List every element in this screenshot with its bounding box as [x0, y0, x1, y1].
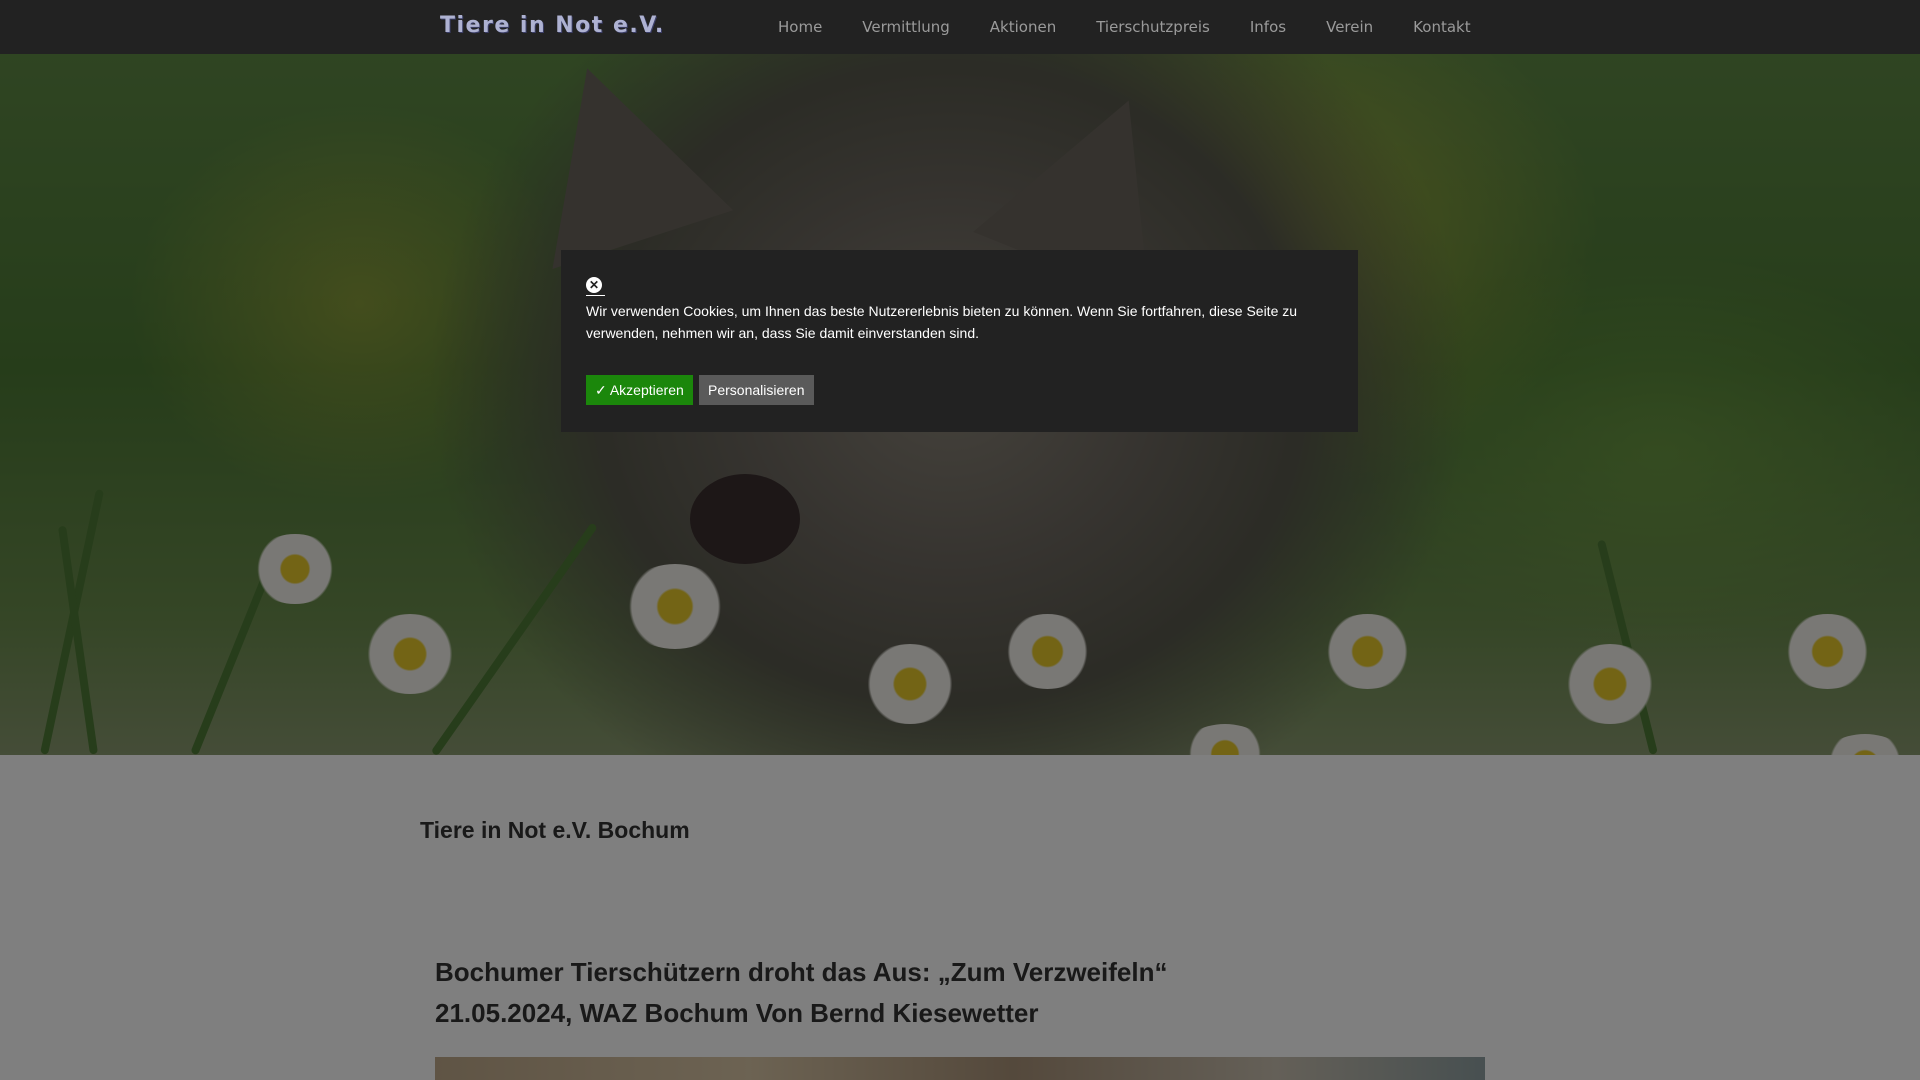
top-navigation-bar: Tiere in Not e.V. Home Vermittlung Aktio… [0, 0, 1920, 54]
personalize-cookies-button[interactable]: Personalisieren [699, 375, 814, 405]
close-circle-icon[interactable]: ✕ [586, 277, 602, 293]
nav-item-home[interactable]: Home [778, 18, 822, 36]
nav-item-verein[interactable]: Verein [1326, 18, 1373, 36]
site-logo[interactable]: Tiere in Not e.V. [440, 13, 665, 38]
accept-cookies-button[interactable]: ✓ Akzeptieren [586, 375, 693, 405]
cookie-message: Wir verwenden Cookies, um Ihnen das best… [586, 303, 1298, 341]
nav-item-aktionen[interactable]: Aktionen [990, 18, 1056, 36]
main-nav: Home Vermittlung Aktionen Tierschutzprei… [778, 0, 1471, 54]
nav-item-vermittlung[interactable]: Vermittlung [862, 18, 949, 36]
nav-item-kontakt[interactable]: Kontakt [1413, 18, 1470, 36]
cookie-banner: ✕ Wir verwenden Cookies, um Ihnen das be… [561, 250, 1358, 432]
nav-item-tierschutzpreis[interactable]: Tierschutzpreis [1096, 18, 1210, 36]
page-overlay [0, 755, 1920, 1080]
nav-item-infos[interactable]: Infos [1250, 18, 1286, 36]
close-icon-underline [586, 295, 605, 296]
